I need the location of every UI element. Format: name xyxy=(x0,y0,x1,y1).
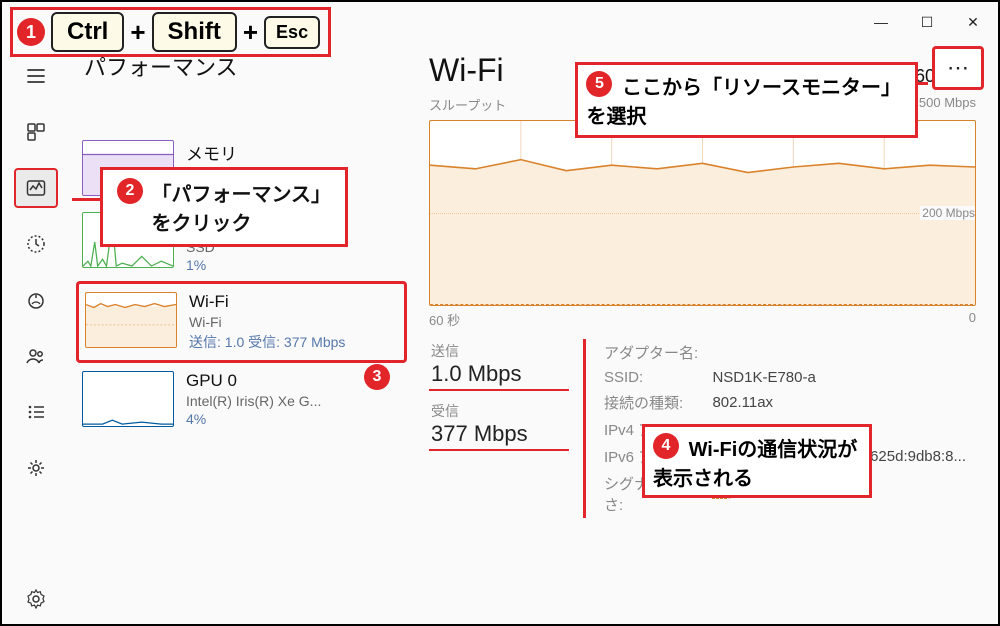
recv-label: 受信 xyxy=(431,401,565,421)
send-label: 送信 xyxy=(431,341,565,361)
task-manager-window: — ☐ ✕ パフォーマンス CPU xyxy=(0,0,1000,626)
performance-list: パフォーマンス CPU メモリ 11.7/15.6 GB (75%) ディスク xyxy=(70,42,415,624)
services-icon[interactable] xyxy=(14,448,58,488)
gpu-value: 4% xyxy=(186,411,401,427)
processes-icon[interactable] xyxy=(14,112,58,152)
users-icon[interactable] xyxy=(14,336,58,376)
key-esc: Esc xyxy=(264,16,320,49)
details-icon[interactable] xyxy=(14,392,58,432)
settings-icon[interactable] xyxy=(26,589,46,614)
history-icon[interactable] xyxy=(14,224,58,264)
more-button[interactable]: ⋯ xyxy=(932,46,984,90)
wifi-value: 送信: 1.0 受信: 377 Mbps xyxy=(189,332,398,352)
nav-rail xyxy=(2,42,70,624)
wifi-mini-chart xyxy=(85,292,177,348)
annotation-5: 5 ここから「リソースモニター」を選択 xyxy=(575,62,918,138)
key-ctrl: Ctrl xyxy=(51,12,124,52)
time-right: 0 xyxy=(969,310,976,329)
perf-gpu[interactable]: GPU 0 Intel(R) Iris(R) Xe G... 4% xyxy=(76,363,407,435)
hamburger-icon[interactable] xyxy=(14,56,58,96)
scale-top: 500 Mbps xyxy=(919,95,976,114)
startup-icon[interactable] xyxy=(14,280,58,320)
throughput-chart: 200 Mbps xyxy=(429,120,976,306)
maximize-button[interactable]: ☐ xyxy=(904,2,950,42)
perf-wifi[interactable]: Wi-Fi Wi-Fi 送信: 1.0 受信: 377 Mbps xyxy=(76,281,407,363)
scale-mid: 200 Mbps xyxy=(920,206,976,220)
wifi-label: Wi-Fi xyxy=(189,292,398,312)
time-left: 60 秒 xyxy=(429,310,460,329)
annotation-2: 2 「パフォーマンス」をクリック xyxy=(100,167,348,247)
disk-value: 1% xyxy=(186,257,401,273)
close-button[interactable]: ✕ xyxy=(950,2,996,42)
memory-label: メモリ xyxy=(186,140,401,165)
gpu-sub: Intel(R) Iris(R) Xe G... xyxy=(186,393,401,409)
annotation-1: 1 Ctrl + Shift + Esc xyxy=(10,7,331,57)
minimize-button[interactable]: — xyxy=(858,2,904,42)
annotation-3: 3 xyxy=(364,364,390,390)
throughput-label: スループット xyxy=(429,95,506,114)
send-value: 1.0 Mbps xyxy=(431,361,565,387)
performance-icon[interactable] xyxy=(14,168,58,208)
gpu-mini-chart xyxy=(82,371,174,427)
wifi-sub: Wi-Fi xyxy=(189,314,398,330)
key-shift: Shift xyxy=(152,12,237,52)
throughput-values: 送信 1.0 Mbps 受信 377 Mbps xyxy=(429,339,586,518)
annotation-4: 4 Wi-Fiの通信状況が表示される xyxy=(642,424,872,498)
recv-value: 377 Mbps xyxy=(431,421,565,447)
